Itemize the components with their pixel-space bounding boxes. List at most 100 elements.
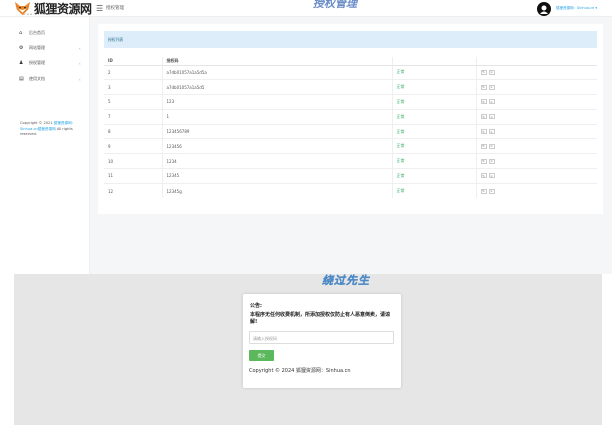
breadcrumb: 授权管理 <box>106 6 124 11</box>
sidebar-item-docs[interactable]: ▤ 使用文档 ‹ <box>0 72 90 86</box>
cell-actions: ✎ × <box>476 168 597 184</box>
main-content: 授权列表 ID 授权码 2 a7db01057a1a5d5a 正常 ✎ × 3 a7db01… <box>90 17 612 274</box>
cell-actions: ✎ × <box>476 153 597 169</box>
modal-heading: 公告: <box>250 303 262 309</box>
column-code: 授权码 <box>162 57 393 66</box>
license-code-input[interactable]: 请输入授权码 <box>249 331 394 344</box>
cell-id: 7 <box>104 108 163 125</box>
avatar-icon <box>540 5 548 14</box>
cell-actions: ✎ × <box>476 64 597 80</box>
delete-button[interactable]: × <box>488 114 495 120</box>
cell-code: 123 <box>162 94 393 110</box>
delete-button[interactable]: × <box>488 69 495 75</box>
status-badge: 正常 <box>392 64 477 80</box>
cell-actions: ✎ × <box>476 138 597 154</box>
table-row: 12 12345g 正常 ✎ × <box>104 182 597 199</box>
delete-button[interactable]: × <box>488 188 495 194</box>
user-menu[interactable]: 狐狸资源网：Sinhua.cn ▾ <box>556 6 597 11</box>
cell-code: 123456 <box>162 138 393 154</box>
avatar[interactable] <box>537 2 551 16</box>
edit-button[interactable]: ✎ <box>480 84 487 90</box>
delete-button[interactable]: × <box>488 129 495 135</box>
edit-button[interactable]: ✎ <box>480 173 487 179</box>
edit-button[interactable]: ✎ <box>480 99 487 105</box>
status-badge: 正常 <box>392 182 477 199</box>
cell-code: 123456789 <box>162 123 393 139</box>
delete-button[interactable]: × <box>488 84 495 90</box>
column-id: ID <box>104 57 163 66</box>
menu-toggle-icon[interactable]: ☰ <box>96 4 103 13</box>
cell-id: 10 <box>104 153 163 169</box>
license-table: ID 授权码 2 a7db01057a1a5d5a 正常 ✎ × 3 a7db01057a1… <box>104 57 597 199</box>
chevron-left-icon: ‹ <box>79 45 81 51</box>
top-bar: 狐狸资源网 www.Sinhua.cn ☰ 授权管理 授权管理 狐狸资源网：Si… <box>0 0 612 17</box>
sidebar-item-home[interactable]: ⌂ 后台首页 <box>0 26 90 40</box>
users-icon: ♟ <box>19 60 24 66</box>
sidebar-item-label: 后台首页 <box>29 30 45 35</box>
edit-button[interactable]: ✎ <box>480 69 487 75</box>
status-badge: 正常 <box>392 108 477 125</box>
table-row: 9 123456 正常 ✎ × <box>104 138 597 154</box>
edit-button[interactable]: ✎ <box>480 158 487 164</box>
cell-id: 11 <box>104 168 163 184</box>
cell-id: 2 <box>104 64 163 80</box>
table-row: 2 a7db01057a1a5d5a 正常 ✎ × <box>104 64 597 80</box>
status-badge: 正常 <box>392 79 477 95</box>
edit-button[interactable]: ✎ <box>480 129 487 135</box>
submit-button[interactable]: 提交 <box>249 350 274 361</box>
column-actions <box>476 57 597 66</box>
status-badge: 正常 <box>392 153 477 169</box>
cell-code: a7db01057a1a5d5 <box>162 79 393 95</box>
modal-message: 本程序无任何收费机制，所添加授权仅防止有人恶意倒卖，请谅解! <box>250 312 391 325</box>
cell-id: 5 <box>104 94 163 110</box>
edit-button[interactable]: ✎ <box>480 143 487 149</box>
cell-actions: ✎ × <box>476 123 597 139</box>
logo-subtitle: www.Sinhua.cn <box>23 12 59 16</box>
cell-actions: ✎ × <box>476 94 597 110</box>
status-badge: 正常 <box>392 138 477 154</box>
edit-button[interactable]: ✎ <box>480 114 487 120</box>
cell-actions: ✎ × <box>476 79 597 95</box>
sidebar-copyright: Copyright © 2021 狐狸资源网：Sinhua.cn狐狸资源网 Al… <box>20 121 84 138</box>
delete-button[interactable]: × <box>488 99 495 105</box>
table-row: 10 1234 正常 ✎ × <box>104 153 597 169</box>
cell-actions: ✎ × <box>476 182 597 199</box>
overlay-title: 绕过先生 <box>322 274 370 287</box>
status-badge: 正常 <box>392 168 477 184</box>
cell-actions: ✎ × <box>476 108 597 125</box>
table-row: 11 12345 正常 ✎ × <box>104 168 597 184</box>
cell-id: 3 <box>104 79 163 95</box>
chevron-left-icon: ‹ <box>79 60 81 66</box>
status-badge: 正常 <box>392 94 477 110</box>
column-status <box>392 57 477 66</box>
doc-icon: ▤ <box>19 76 24 82</box>
cell-code: 12345g <box>162 182 393 199</box>
announcement-modal: 公告: 本程序无任何收费机制，所添加授权仅防止有人恶意倒卖，请谅解! 请输入授权… <box>243 294 401 388</box>
delete-button[interactable]: × <box>488 158 495 164</box>
table-row: 7 1 正常 ✎ × <box>104 108 597 125</box>
header-title: 授权管理 <box>313 0 357 10</box>
table-row: 3 a7db01057a1a5d5 正常 ✎ × <box>104 79 597 95</box>
copyright-prefix: Copyright © 2021 <box>20 121 54 125</box>
chevron-left-icon: ‹ <box>79 76 81 82</box>
status-badge: 正常 <box>392 123 477 139</box>
sidebar: ⌂ 后台首页 ⚙ 网站管理 ‹ ♟ 授权管理 ‹ ▤ 使用文档 ‹ Copyri… <box>0 17 90 274</box>
sidebar-item-license[interactable]: ♟ 授权管理 ‹ <box>0 56 90 70</box>
table-row: 5 123 正常 ✎ × <box>104 94 597 110</box>
cell-id: 8 <box>104 123 163 139</box>
delete-button[interactable]: × <box>488 173 495 179</box>
sidebar-item-label: 授权管理 <box>29 60 45 65</box>
modal-footer: Copyright © 2024 狐狸资源网：Sinhua.cn <box>249 368 351 374</box>
table-row: 8 123456789 正常 ✎ × <box>104 123 597 139</box>
gear-icon: ⚙ <box>19 45 24 51</box>
cell-code: 12345 <box>162 168 393 184</box>
edit-button[interactable]: ✎ <box>480 188 487 194</box>
home-icon: ⌂ <box>19 30 23 36</box>
panel-header: 授权列表 <box>104 31 597 48</box>
table-header-row: ID 授权码 <box>104 57 597 66</box>
cell-code: 1234 <box>162 153 393 169</box>
sidebar-item-label: 网站管理 <box>29 45 45 50</box>
license-panel: 授权列表 ID 授权码 2 a7db01057a1a5d5a 正常 ✎ × 3 a7db01… <box>98 24 603 214</box>
delete-button[interactable]: × <box>488 143 495 149</box>
sidebar-item-site[interactable]: ⚙ 网站管理 ‹ <box>0 41 90 55</box>
